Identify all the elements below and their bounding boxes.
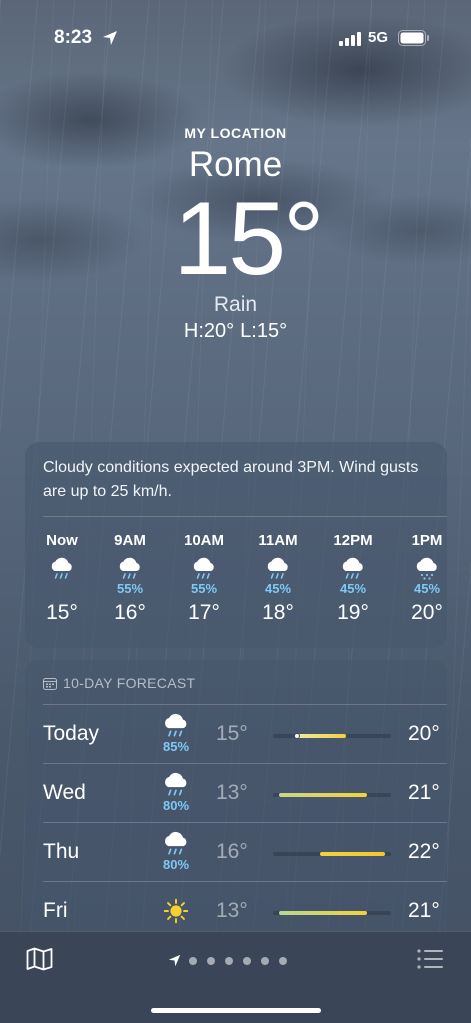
- temp-range-bar: [278, 911, 368, 915]
- cloud-rain-icon: [165, 713, 187, 737]
- page-indicator[interactable]: [168, 952, 297, 967]
- hour-column: Now 15°: [32, 532, 92, 625]
- hourly-forecast-card[interactable]: Cloudy conditions expected around 3PM. W…: [25, 442, 447, 648]
- temp-range-track: [273, 733, 391, 739]
- hour-label: 9AM: [114, 532, 146, 549]
- weather-header: MY LOCATION Rome 15° Rain H:20° L:15°: [0, 125, 471, 343]
- hour-column: 10AM 55% 17°: [174, 532, 234, 625]
- hour-column: 9AM 55% 16°: [100, 532, 160, 625]
- divider: [43, 516, 447, 517]
- precip-probability: 45%: [264, 581, 292, 596]
- current-temp-dot: [293, 733, 300, 739]
- day-precip-probability: 80%: [162, 857, 190, 872]
- low-temp: L:15°: [240, 320, 288, 342]
- day-row[interactable]: Wed 80% 13° 21°: [43, 763, 447, 821]
- high-low: H:20° L:15°: [0, 320, 471, 343]
- temp-range-bar: [320, 852, 386, 856]
- day-row[interactable]: Today 85% 15° 20°: [43, 704, 447, 762]
- precip-probability: 55%: [190, 581, 218, 596]
- sun-icon: [163, 898, 189, 924]
- high-temp: H:20°: [183, 320, 235, 342]
- hour-temp: 15°: [46, 601, 78, 624]
- temp-range-bar: [296, 734, 347, 738]
- city-name: Rome: [188, 145, 283, 184]
- cloud-rain-icon: [51, 557, 72, 579]
- precip-probability: 45%: [413, 581, 441, 596]
- page-dot[interactable]: [243, 956, 251, 965]
- temp-range-bar: [278, 793, 368, 797]
- day-row[interactable]: Fri 13° 21°: [43, 881, 447, 931]
- hour-label: 10AM: [183, 532, 224, 549]
- day-low: 16°: [216, 840, 248, 863]
- day-name: Thu: [43, 840, 80, 863]
- cloud-rain-icon: [165, 772, 187, 796]
- cloud-drizzle-icon: [416, 557, 437, 580]
- page-dot[interactable]: [279, 956, 287, 965]
- precip-probability: 55%: [116, 581, 144, 596]
- temp-range-track: [273, 911, 391, 915]
- network-type: 5G: [368, 29, 389, 46]
- hour-temp: 18°: [262, 601, 294, 624]
- page-dot[interactable]: [189, 956, 197, 965]
- cloud-rain-icon: [193, 557, 214, 579]
- current-location-indicator-icon: [168, 955, 181, 967]
- day-high: 21°: [408, 781, 440, 804]
- forecast-summary: Cloudy conditions expected around 3PM. W…: [43, 459, 419, 500]
- page-dot[interactable]: [261, 956, 269, 965]
- day-name: Fri: [43, 899, 68, 922]
- battery-icon: [398, 30, 429, 46]
- ten-day-header: 10-DAY FORECAST: [43, 675, 195, 691]
- temp-range-track: [273, 852, 391, 856]
- page-dot[interactable]: [207, 956, 215, 965]
- cloud-rain-icon: [342, 557, 363, 579]
- map-icon[interactable]: [26, 947, 53, 971]
- hour-temp: 16°: [114, 601, 146, 624]
- day-low: 13°: [216, 899, 248, 922]
- day-name: Today: [43, 722, 100, 745]
- hour-label: 12PM: [333, 532, 373, 549]
- cloud-rain-icon: [119, 557, 140, 579]
- day-name: Wed: [43, 781, 86, 804]
- day-low: 15°: [216, 722, 248, 745]
- current-temperature: 15°: [173, 181, 324, 297]
- day-row[interactable]: Thu 80% 16° 22°: [43, 822, 447, 880]
- day-precip-probability: 85%: [162, 739, 190, 754]
- hour-temp: 20°: [411, 601, 443, 624]
- day-low: 13°: [216, 781, 248, 804]
- temp-range-track: [273, 793, 391, 797]
- precip-probability: 45%: [339, 581, 367, 596]
- day-precip-probability: 80%: [162, 798, 190, 813]
- location-label: MY LOCATION: [184, 125, 287, 141]
- cloud-rain-icon: [267, 557, 288, 579]
- location-list-icon[interactable]: [417, 948, 443, 970]
- hour-label: Now: [46, 532, 78, 549]
- hour-temp: 19°: [337, 601, 369, 624]
- precip-probability: [32, 581, 92, 596]
- location-arrow-icon: [103, 31, 117, 45]
- hour-temp: 17°: [188, 601, 220, 624]
- current-condition: Rain: [213, 293, 258, 316]
- page-dot[interactable]: [225, 956, 233, 965]
- day-high: 20°: [408, 722, 440, 745]
- hour-column: 1PM 45% 20°: [397, 532, 457, 625]
- day-high: 21°: [408, 899, 440, 922]
- ten-day-forecast-card[interactable]: 10-DAY FORECAST Today 85% 15° 20° Wed 80% 13° 2…: [25, 660, 447, 931]
- status-bar: 8:23 5G: [0, 24, 471, 54]
- hour-label: 1PM: [411, 532, 443, 549]
- ten-day-title: 10-DAY FORECAST: [63, 675, 196, 691]
- cellular-signal-icon: [339, 32, 361, 46]
- hour-column: 12PM 45% 19°: [323, 532, 383, 625]
- hour-label: 11AM: [258, 532, 298, 549]
- home-indicator[interactable]: [151, 1008, 321, 1013]
- cloud-rain-icon: [165, 831, 187, 855]
- calendar-icon: [43, 678, 57, 690]
- day-high: 22°: [408, 840, 440, 863]
- hour-column: 11AM 45% 18°: [248, 532, 308, 625]
- status-time: 8:23: [54, 27, 93, 48]
